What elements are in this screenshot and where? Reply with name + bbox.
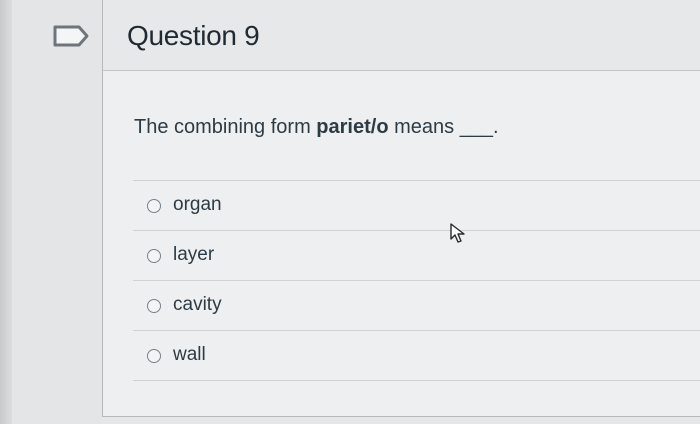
question-text-prefix: The combining form	[134, 116, 317, 138]
radio-button[interactable]	[147, 249, 161, 263]
question-text-suffix: means ___.	[388, 116, 499, 138]
answer-option-layer[interactable]: layer	[133, 230, 700, 280]
question-flag-column	[12, 0, 102, 424]
answer-list: organ layer cavity wall	[133, 180, 700, 381]
answer-label[interactable]: wall	[173, 344, 206, 366]
answer-label[interactable]: layer	[173, 244, 214, 266]
radio-button[interactable]	[147, 199, 161, 213]
answer-label[interactable]: organ	[173, 194, 222, 216]
answer-option-cavity[interactable]: cavity	[133, 280, 700, 330]
question-text: The combining form pariet/o means ___.	[134, 116, 499, 139]
answer-option-wall[interactable]: wall	[133, 330, 700, 381]
question-title: Question 9	[127, 20, 260, 51]
radio-button[interactable]	[147, 349, 161, 363]
answer-label[interactable]: cavity	[173, 294, 222, 316]
mouse-pointer-icon	[450, 223, 465, 243]
left-edge-strip	[0, 0, 12, 424]
bookmark-flag-icon[interactable]	[52, 24, 92, 48]
answer-option-organ[interactable]: organ	[133, 180, 700, 230]
question-card: Question 9 The combining form pariet/o m…	[102, 0, 700, 417]
radio-button[interactable]	[147, 299, 161, 313]
question-header: Question 9	[103, 0, 700, 71]
question-term: pariet/o	[316, 116, 389, 138]
